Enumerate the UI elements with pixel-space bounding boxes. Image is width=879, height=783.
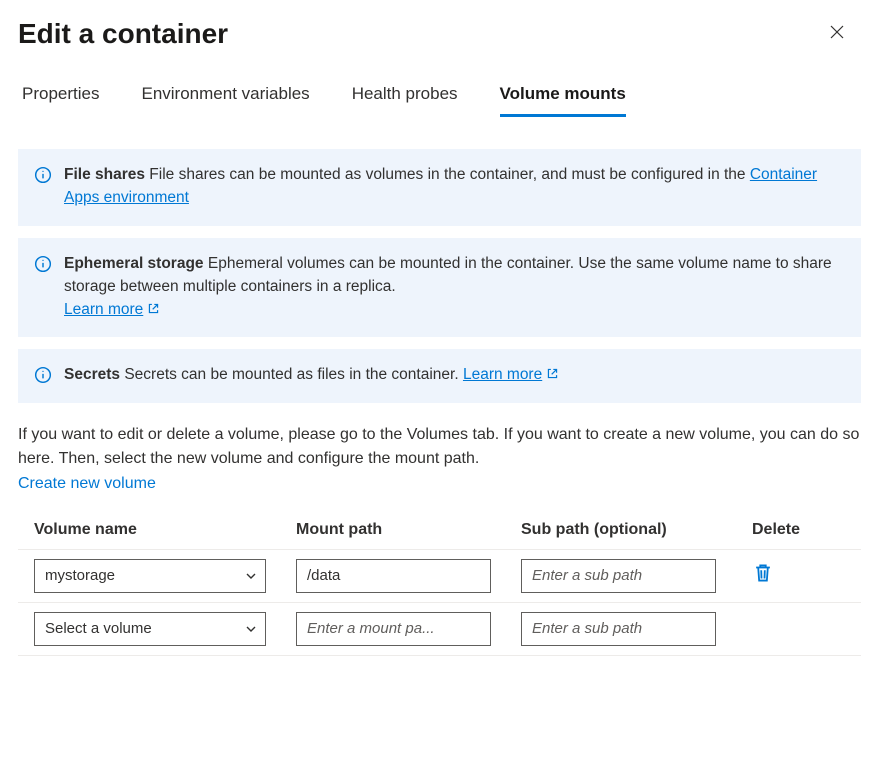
info-text: File shares File shares can be mounted a… (64, 163, 845, 210)
tab-bar: Properties Environment variables Health pr… (18, 84, 861, 117)
chevron-down-icon (245, 570, 257, 582)
trash-icon (752, 562, 774, 584)
col-header-sub: Sub path (optional) (521, 521, 746, 539)
info-box: Ephemeral storage Ephemeral volumes can … (18, 238, 861, 338)
mount-path-input[interactable] (296, 559, 491, 593)
tab-properties[interactable]: Properties (22, 84, 99, 117)
table-row: mystorage (18, 550, 861, 603)
volume-select[interactable]: Select a volume (34, 612, 266, 646)
sub-path-input[interactable] (521, 559, 716, 593)
col-header-mount: Mount path (296, 521, 521, 539)
info-text: Ephemeral storage Ephemeral volumes can … (64, 252, 845, 322)
external-link-icon (546, 367, 559, 380)
page-title: Edit a container (18, 18, 228, 50)
close-button[interactable] (823, 18, 851, 46)
close-icon (829, 24, 845, 40)
col-header-delete: Delete (746, 521, 845, 539)
create-volume-link[interactable]: Create new volume (18, 475, 156, 492)
sub-path-input[interactable] (521, 612, 716, 646)
help-text: If you want to edit or delete a volume, … (18, 423, 861, 497)
info-link[interactable]: Learn more (64, 301, 143, 318)
tab-health-probes[interactable]: Health probes (352, 84, 458, 117)
info-icon (34, 255, 52, 273)
info-link[interactable]: Learn more (463, 366, 542, 383)
tab-environment-variables[interactable]: Environment variables (141, 84, 309, 117)
info-text: Secrets Secrets can be mounted as files … (64, 363, 845, 386)
volume-select[interactable]: mystorage (34, 559, 266, 593)
mount-path-input[interactable] (296, 612, 491, 646)
info-link[interactable]: Container Apps environment (64, 166, 817, 206)
col-header-name: Volume name (34, 521, 296, 539)
chevron-down-icon (245, 623, 257, 635)
info-box: File shares File shares can be mounted a… (18, 149, 861, 226)
info-icon (34, 366, 52, 384)
table-row: Select a volume (18, 603, 861, 656)
info-box: Secrets Secrets can be mounted as files … (18, 349, 861, 402)
external-link-icon (147, 302, 160, 315)
info-icon (34, 166, 52, 184)
tab-volume-mounts[interactable]: Volume mounts (500, 84, 626, 117)
delete-button[interactable] (752, 562, 774, 589)
volume-table-header: Volume name Mount path Sub path (optiona… (18, 521, 861, 550)
